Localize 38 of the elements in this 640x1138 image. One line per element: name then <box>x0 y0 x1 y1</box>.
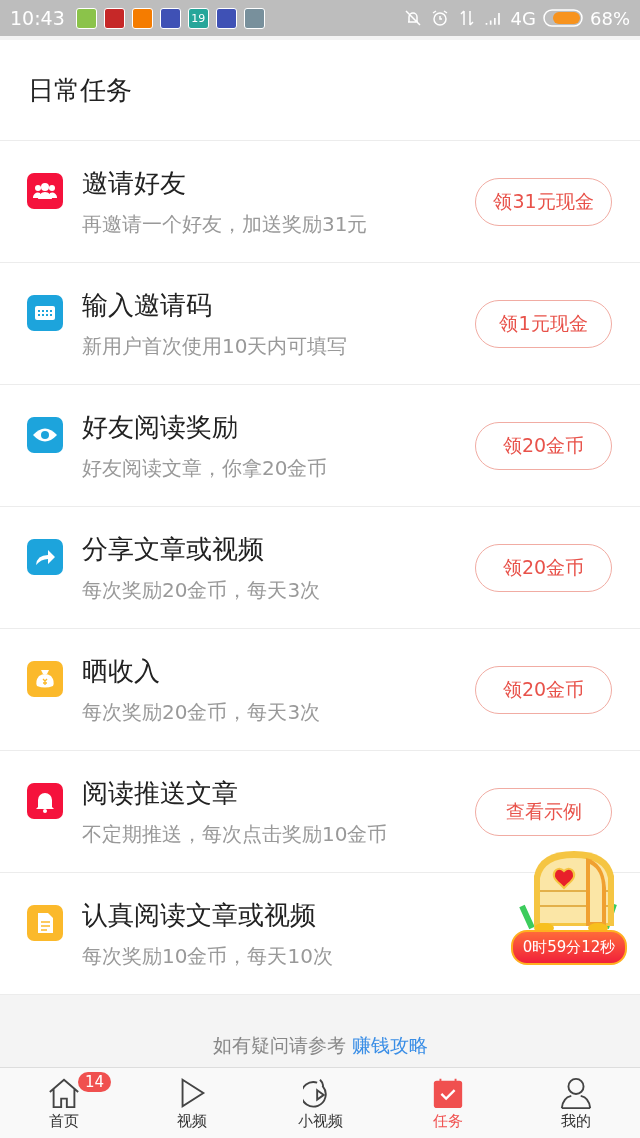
help-text: 如有疑问请参考 <box>212 1033 346 1058</box>
mute-icon <box>402 8 423 28</box>
task-description: 每次奖励10金币，每天10次 <box>82 942 333 970</box>
nav-tab[interactable]: 首页 14 <box>0 1068 128 1138</box>
task-description: 不定期推送，每次点击奖励10金币 <box>82 820 388 848</box>
nav-tab[interactable]: 我的 <box>512 1068 640 1138</box>
person-icon <box>559 1075 593 1110</box>
countdown-timer: 0时59分12秒 <box>510 930 628 965</box>
task-title: 好友阅读奖励 <box>82 410 238 444</box>
notification-icon: 19 <box>187 7 209 29</box>
battery-percent: 68% <box>590 7 630 29</box>
task-description: 每次奖励20金币，每天3次 <box>82 576 321 604</box>
task-title: 分享文章或视频 <box>82 532 264 566</box>
section-title: 日常任务 <box>28 73 132 107</box>
nav-tab[interactable]: 小视频 <box>256 1068 384 1138</box>
reward-button[interactable]: 领20金币 <box>475 543 612 592</box>
task-description: 好友阅读文章，你拿20金币 <box>82 454 328 482</box>
task-title: 邀请好友 <box>82 166 186 200</box>
unread-badge: 14 <box>78 1072 112 1092</box>
reward-button[interactable]: 领1元现金 <box>475 299 612 348</box>
reward-button[interactable]: 查看示例 <box>475 787 612 836</box>
task-description: 再邀请一个好友，加送奖励31元 <box>82 210 368 238</box>
task-title: 输入邀请码 <box>82 288 212 322</box>
battery-icon <box>543 9 583 27</box>
task-description: 每次奖励20金币，每天3次 <box>82 698 321 726</box>
reward-button[interactable]: 领20金币 <box>475 421 612 470</box>
task-title: 晒收入 <box>82 654 160 688</box>
nav-tab[interactable]: 视频 <box>128 1068 256 1138</box>
reward-button[interactable]: 领31元现金 <box>475 177 612 226</box>
task-title: 阅读推送文章 <box>82 776 238 810</box>
status-time: 10:43 <box>10 7 65 29</box>
task-title: 认真阅读文章或视频 <box>82 898 316 932</box>
task-description: 新用户首次使用10天内可填写 <box>82 332 348 360</box>
guide-link[interactable]: 赚钱攻略 <box>351 1033 428 1059</box>
network-type: 4G <box>510 7 536 29</box>
reward-button[interactable]: 领20金币 <box>475 665 612 714</box>
nav-tab[interactable]: 任务 <box>384 1068 512 1138</box>
treasure-chest-button[interactable]: 0时59分12秒 <box>500 846 638 970</box>
